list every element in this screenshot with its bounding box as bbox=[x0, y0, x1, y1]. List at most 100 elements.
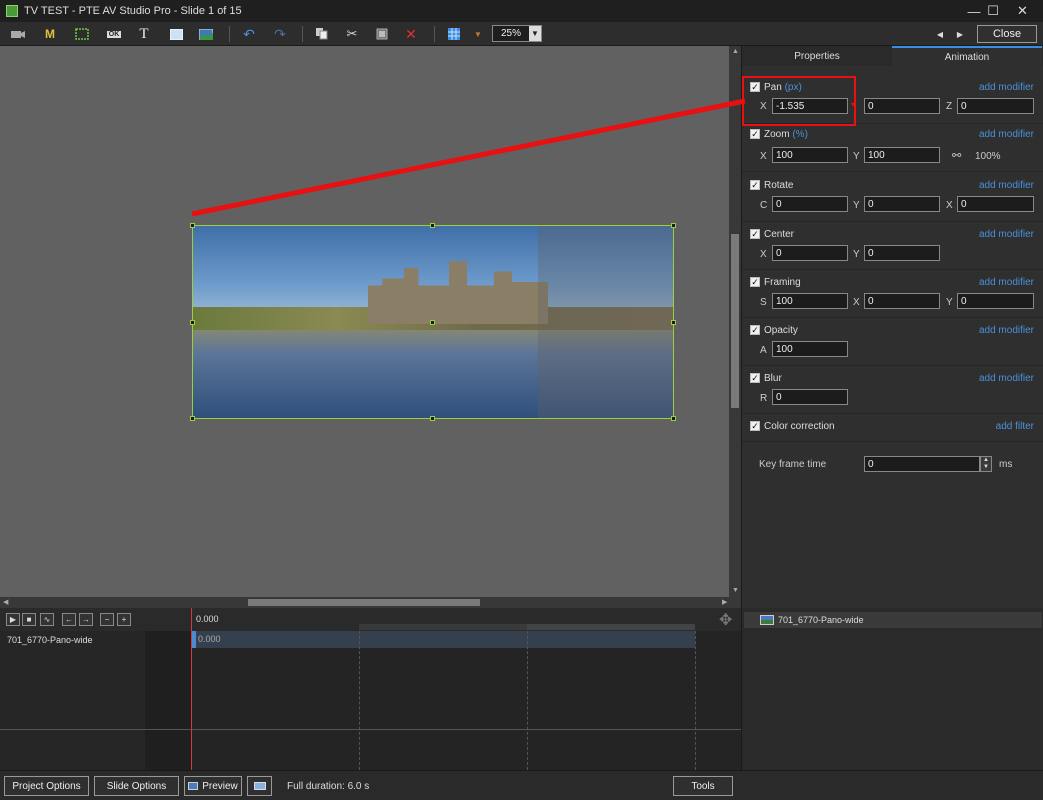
next-slide-icon[interactable]: ▶ bbox=[950, 25, 970, 43]
tools-button[interactable]: Tools bbox=[673, 776, 733, 796]
delete-icon[interactable]: ✕ bbox=[401, 25, 421, 43]
center-handle[interactable] bbox=[430, 320, 435, 325]
zoom-out-icon[interactable]: − bbox=[100, 613, 114, 626]
opacity-add-modifier-link[interactable]: add modifier bbox=[979, 325, 1034, 336]
framing-add-modifier-link[interactable]: add modifier bbox=[979, 277, 1034, 288]
rotate-y-input[interactable]: 0 bbox=[864, 196, 940, 212]
timeline-clip[interactable]: 0.000 bbox=[192, 631, 695, 648]
zoom-x-input[interactable]: 100 bbox=[772, 147, 848, 163]
resize-handle-nw[interactable] bbox=[190, 223, 195, 228]
project-options-button[interactable]: Project Options bbox=[4, 776, 89, 796]
framing-x-input[interactable]: 0 bbox=[864, 293, 940, 309]
pan-x-highlight-box bbox=[742, 76, 856, 126]
close-editor-button[interactable]: Close bbox=[977, 25, 1037, 43]
pan-z-input[interactable]: 0 bbox=[957, 98, 1034, 114]
opacity-label: Opacity bbox=[764, 325, 798, 336]
framing-checkbox[interactable]: ✓ bbox=[750, 277, 760, 287]
camera-icon[interactable] bbox=[8, 25, 28, 43]
center-x-input[interactable]: 0 bbox=[772, 245, 848, 261]
slide-canvas[interactable] bbox=[0, 46, 729, 597]
horizontal-scroll-thumb[interactable] bbox=[248, 599, 480, 606]
zoom-checkbox[interactable]: ✓ bbox=[750, 129, 760, 139]
scroll-right-icon[interactable]: ▶ bbox=[722, 598, 727, 606]
resize-handle-ne[interactable] bbox=[671, 223, 676, 228]
paste-icon[interactable] bbox=[372, 25, 392, 43]
tab-animation[interactable]: Animation bbox=[892, 46, 1042, 66]
slide-options-button[interactable]: Slide Options bbox=[94, 776, 179, 796]
blur-add-modifier-link[interactable]: add modifier bbox=[979, 373, 1034, 384]
window-close-button[interactable]: ✕ bbox=[1002, 0, 1043, 22]
resize-handle-s[interactable] bbox=[430, 416, 435, 421]
zoom-in-icon[interactable]: + bbox=[117, 613, 131, 626]
key-frame-unit: ms bbox=[999, 459, 1013, 470]
mask-button[interactable]: M bbox=[40, 25, 60, 43]
tab-properties[interactable]: Properties bbox=[742, 46, 892, 66]
center-checkbox[interactable]: ✓ bbox=[750, 229, 760, 239]
grid-dropdown-chevron-icon[interactable]: ▼ bbox=[468, 25, 488, 43]
ok-button-icon[interactable]: OK bbox=[104, 25, 124, 43]
track-name[interactable]: 701_6770-Pano-wide bbox=[7, 635, 93, 645]
scroll-down-icon[interactable]: ▼ bbox=[732, 587, 739, 594]
image-icon[interactable] bbox=[196, 25, 216, 43]
arrow-left-icon[interactable]: ← bbox=[62, 613, 76, 626]
copy-icon[interactable] bbox=[312, 25, 332, 43]
rectangle-icon[interactable] bbox=[166, 25, 186, 43]
vertical-scroll-thumb[interactable] bbox=[731, 234, 739, 408]
center-y-input[interactable]: 0 bbox=[864, 245, 940, 261]
screen-icon-button[interactable] bbox=[247, 776, 272, 796]
undo-icon[interactable]: ↶ bbox=[239, 25, 259, 43]
object-list-item[interactable]: 701_6770-Pano-wide bbox=[744, 612, 1042, 628]
keyframe-marker[interactable] bbox=[192, 631, 196, 648]
redo-icon[interactable]: ↷ bbox=[270, 25, 290, 43]
chevron-down-icon[interactable]: ▼ bbox=[529, 26, 541, 41]
zoom-add-modifier-link[interactable]: add modifier bbox=[979, 129, 1034, 140]
canvas-vertical-scrollbar[interactable]: ▲ ▼ bbox=[729, 46, 741, 597]
opacity-section: ✓ Opacity add modifier A 100 bbox=[742, 318, 1043, 366]
rotate-add-modifier-link[interactable]: add modifier bbox=[979, 180, 1034, 191]
color-correction-checkbox[interactable]: ✓ bbox=[750, 421, 760, 431]
spin-up-icon[interactable]: ▲ bbox=[983, 457, 989, 463]
frame-icon[interactable] bbox=[72, 25, 92, 43]
center-add-modifier-link[interactable]: add modifier bbox=[979, 229, 1034, 240]
resize-handle-sw[interactable] bbox=[190, 416, 195, 421]
add-filter-link[interactable]: add filter bbox=[996, 421, 1034, 432]
key-frame-time-input[interactable]: 0 bbox=[864, 456, 980, 472]
preview-button[interactable]: Preview bbox=[184, 776, 242, 796]
blur-r-input[interactable]: 0 bbox=[772, 389, 848, 405]
waveform-icon[interactable]: ∿ bbox=[40, 613, 54, 626]
resize-handle-se[interactable] bbox=[671, 416, 676, 421]
resize-handle-w[interactable] bbox=[190, 320, 195, 325]
rotate-x-input[interactable]: 0 bbox=[957, 196, 1034, 212]
rotate-c-input[interactable]: 0 bbox=[772, 196, 848, 212]
pan-y-input[interactable]: 0 bbox=[864, 98, 940, 114]
blur-checkbox[interactable]: ✓ bbox=[750, 373, 760, 383]
scroll-left-icon[interactable]: ◀ bbox=[3, 598, 8, 606]
zoom-select[interactable]: 25% ▼ bbox=[492, 25, 542, 42]
zoom-y-input[interactable]: 100 bbox=[864, 147, 940, 163]
stop-icon[interactable]: ■ bbox=[22, 613, 36, 626]
key-frame-spinner[interactable]: ▲ ▼ bbox=[980, 456, 992, 472]
opacity-checkbox[interactable]: ✓ bbox=[750, 325, 760, 335]
resize-handle-n[interactable] bbox=[430, 223, 435, 228]
cut-icon[interactable]: ✂ bbox=[342, 25, 362, 43]
playhead-line[interactable] bbox=[191, 608, 192, 770]
framing-s-input[interactable]: 100 bbox=[772, 293, 848, 309]
color-correction-label: Color correction bbox=[764, 421, 835, 432]
timeline-track-area[interactable]: 0.000 bbox=[192, 631, 741, 770]
pan-add-modifier-link[interactable]: add modifier bbox=[979, 82, 1034, 93]
canvas-horizontal-scrollbar[interactable]: ◀ ▶ bbox=[0, 597, 741, 608]
grid-icon[interactable] bbox=[444, 25, 464, 43]
prev-slide-icon[interactable]: ◀ bbox=[930, 25, 950, 43]
play-icon[interactable]: ▶ bbox=[6, 613, 20, 626]
opacity-a-input[interactable]: 100 bbox=[772, 341, 848, 357]
arrow-right-icon[interactable]: → bbox=[79, 613, 93, 626]
spin-down-icon[interactable]: ▼ bbox=[983, 464, 989, 470]
text-tool-button[interactable]: T bbox=[134, 25, 154, 43]
rotate-checkbox[interactable]: ✓ bbox=[750, 180, 760, 190]
resize-handle-e[interactable] bbox=[671, 320, 676, 325]
link-icon[interactable]: ⚯ bbox=[952, 149, 961, 162]
framing-section: ✓ Framing add modifier S 100 X 0 Y 0 bbox=[742, 270, 1043, 318]
framing-y-input[interactable]: 0 bbox=[957, 293, 1034, 309]
scroll-up-icon[interactable]: ▲ bbox=[732, 48, 739, 55]
move-icon[interactable]: ✥ bbox=[719, 610, 732, 630]
